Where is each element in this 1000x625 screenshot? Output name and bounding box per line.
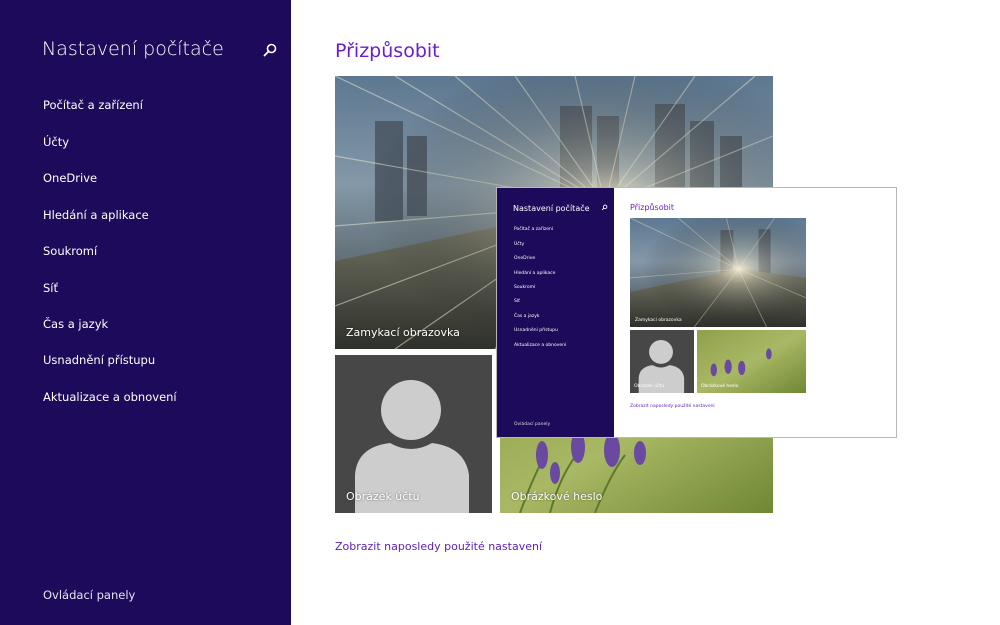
sidebar: Nastavení počítače Počítač a zařízení Úč… — [0, 0, 291, 625]
preview-picture-password-label: Obrázkové heslo — [701, 384, 739, 389]
preview-item: OneDrive — [514, 256, 536, 261]
preview-item: Usnadnění přístupu — [514, 328, 558, 333]
preview-item: Síť — [514, 299, 520, 304]
preview-footer: Ovládací panely — [514, 422, 551, 427]
preview-item: Aktualizace a obnovení — [514, 343, 567, 348]
preview-item: Počítač a zařízení — [514, 227, 554, 232]
sidebar-item-pc-devices[interactable]: Počítač a zařízení — [43, 98, 143, 112]
picture-password-label: Obrázkové heslo — [511, 490, 603, 503]
preview-item: Účty — [514, 242, 525, 247]
preview-item: Hledání a aplikace — [514, 271, 556, 276]
sidebar-item-network[interactable]: Síť — [43, 281, 58, 295]
search-icon[interactable] — [262, 42, 278, 58]
sidebar-item-search-apps[interactable]: Hledání a aplikace — [43, 208, 149, 222]
preview-window: Nastavení počítače Počítač a zařízení Úč… — [496, 187, 897, 438]
sidebar-item-onedrive[interactable]: OneDrive — [43, 171, 97, 185]
sidebar-item-accounts[interactable]: Účty — [43, 135, 69, 149]
preview-sidebar: Nastavení počítače Počítač a zařízení Úč… — [497, 188, 614, 437]
preview-lock-screen-tile: Zamykací obrazovka — [630, 218, 806, 327]
recent-settings-link[interactable]: Zobrazit naposledy použité nastavení — [335, 540, 542, 553]
preview-lock-screen-label: Zamykací obrazovka — [635, 318, 682, 323]
preview-page-title: Přizpůsobit — [630, 203, 675, 212]
sidebar-title: Nastavení počítače — [42, 38, 224, 60]
preview-picture-password-tile: Obrázkové heslo — [697, 330, 806, 393]
preview-account-tile: Obrázek účtu — [630, 330, 694, 393]
sidebar-item-privacy[interactable]: Soukromí — [43, 244, 97, 258]
account-picture-label: Obrázek účtu — [346, 490, 420, 503]
search-icon — [601, 204, 608, 211]
lock-screen-label: Zamykací obrazovka — [346, 326, 460, 339]
sidebar-item-update-recovery[interactable]: Aktualizace a obnovení — [43, 390, 177, 404]
sidebar-item-ease-of-access[interactable]: Usnadnění přístupu — [43, 353, 155, 367]
preview-item: Soukromí — [514, 285, 536, 290]
account-picture-tile[interactable]: Obrázek účtu — [335, 355, 492, 513]
sidebar-item-time-language[interactable]: Čas a jazyk — [43, 317, 108, 331]
preview-account-label: Obrázek účtu — [634, 384, 665, 389]
page-title: Přizpůsobit — [335, 40, 440, 62]
control-panel-link[interactable]: Ovládací panely — [43, 588, 135, 602]
preview-item: Čas a jazyk — [514, 314, 540, 319]
preview-recent-link: Zobrazit naposledy použité nastavení — [630, 404, 715, 409]
preview-sidebar-title: Nastavení počítače — [513, 204, 590, 213]
